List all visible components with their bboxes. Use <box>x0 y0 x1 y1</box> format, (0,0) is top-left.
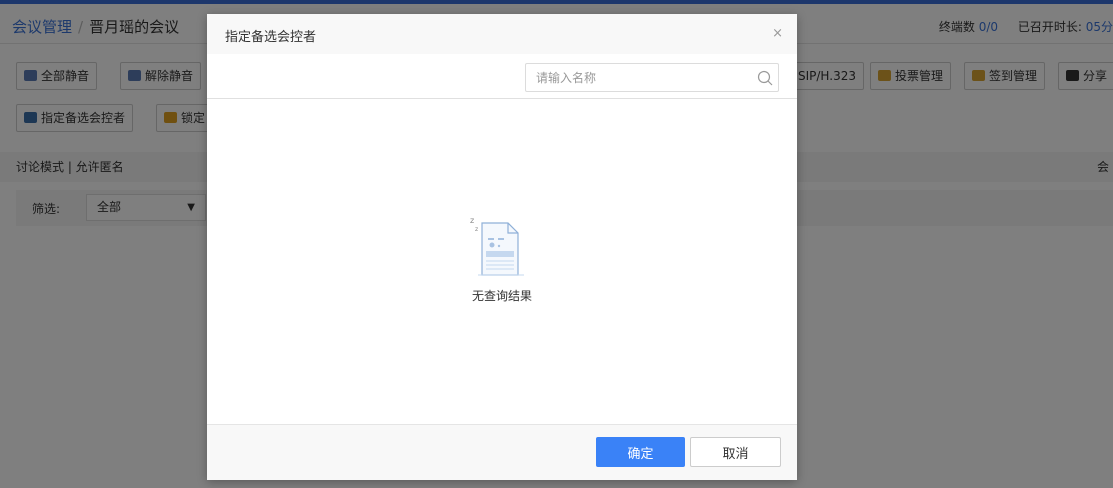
empty-document-icon: z z <box>470 216 524 276</box>
dialog-header: 指定备选会控者 × <box>207 14 797 54</box>
svg-text:z: z <box>475 226 478 233</box>
search-area <box>207 54 797 99</box>
empty-state: z z 无查询结果 <box>207 99 797 425</box>
dialog-footer: 确定 取消 <box>207 424 797 480</box>
search-input[interactable] <box>525 63 779 92</box>
cancel-button[interactable]: 取消 <box>690 437 781 467</box>
dialog-title: 指定备选会控者 <box>225 30 317 45</box>
search-icon[interactable] <box>757 70 773 86</box>
svg-text:z: z <box>470 216 474 225</box>
close-icon[interactable]: × <box>772 26 783 41</box>
confirm-button[interactable]: 确定 <box>596 437 685 467</box>
empty-message: 无查询结果 <box>471 289 532 303</box>
assign-controller-dialog: 指定备选会控者 × z z 无查询结果 确定 取消 <box>207 14 797 480</box>
